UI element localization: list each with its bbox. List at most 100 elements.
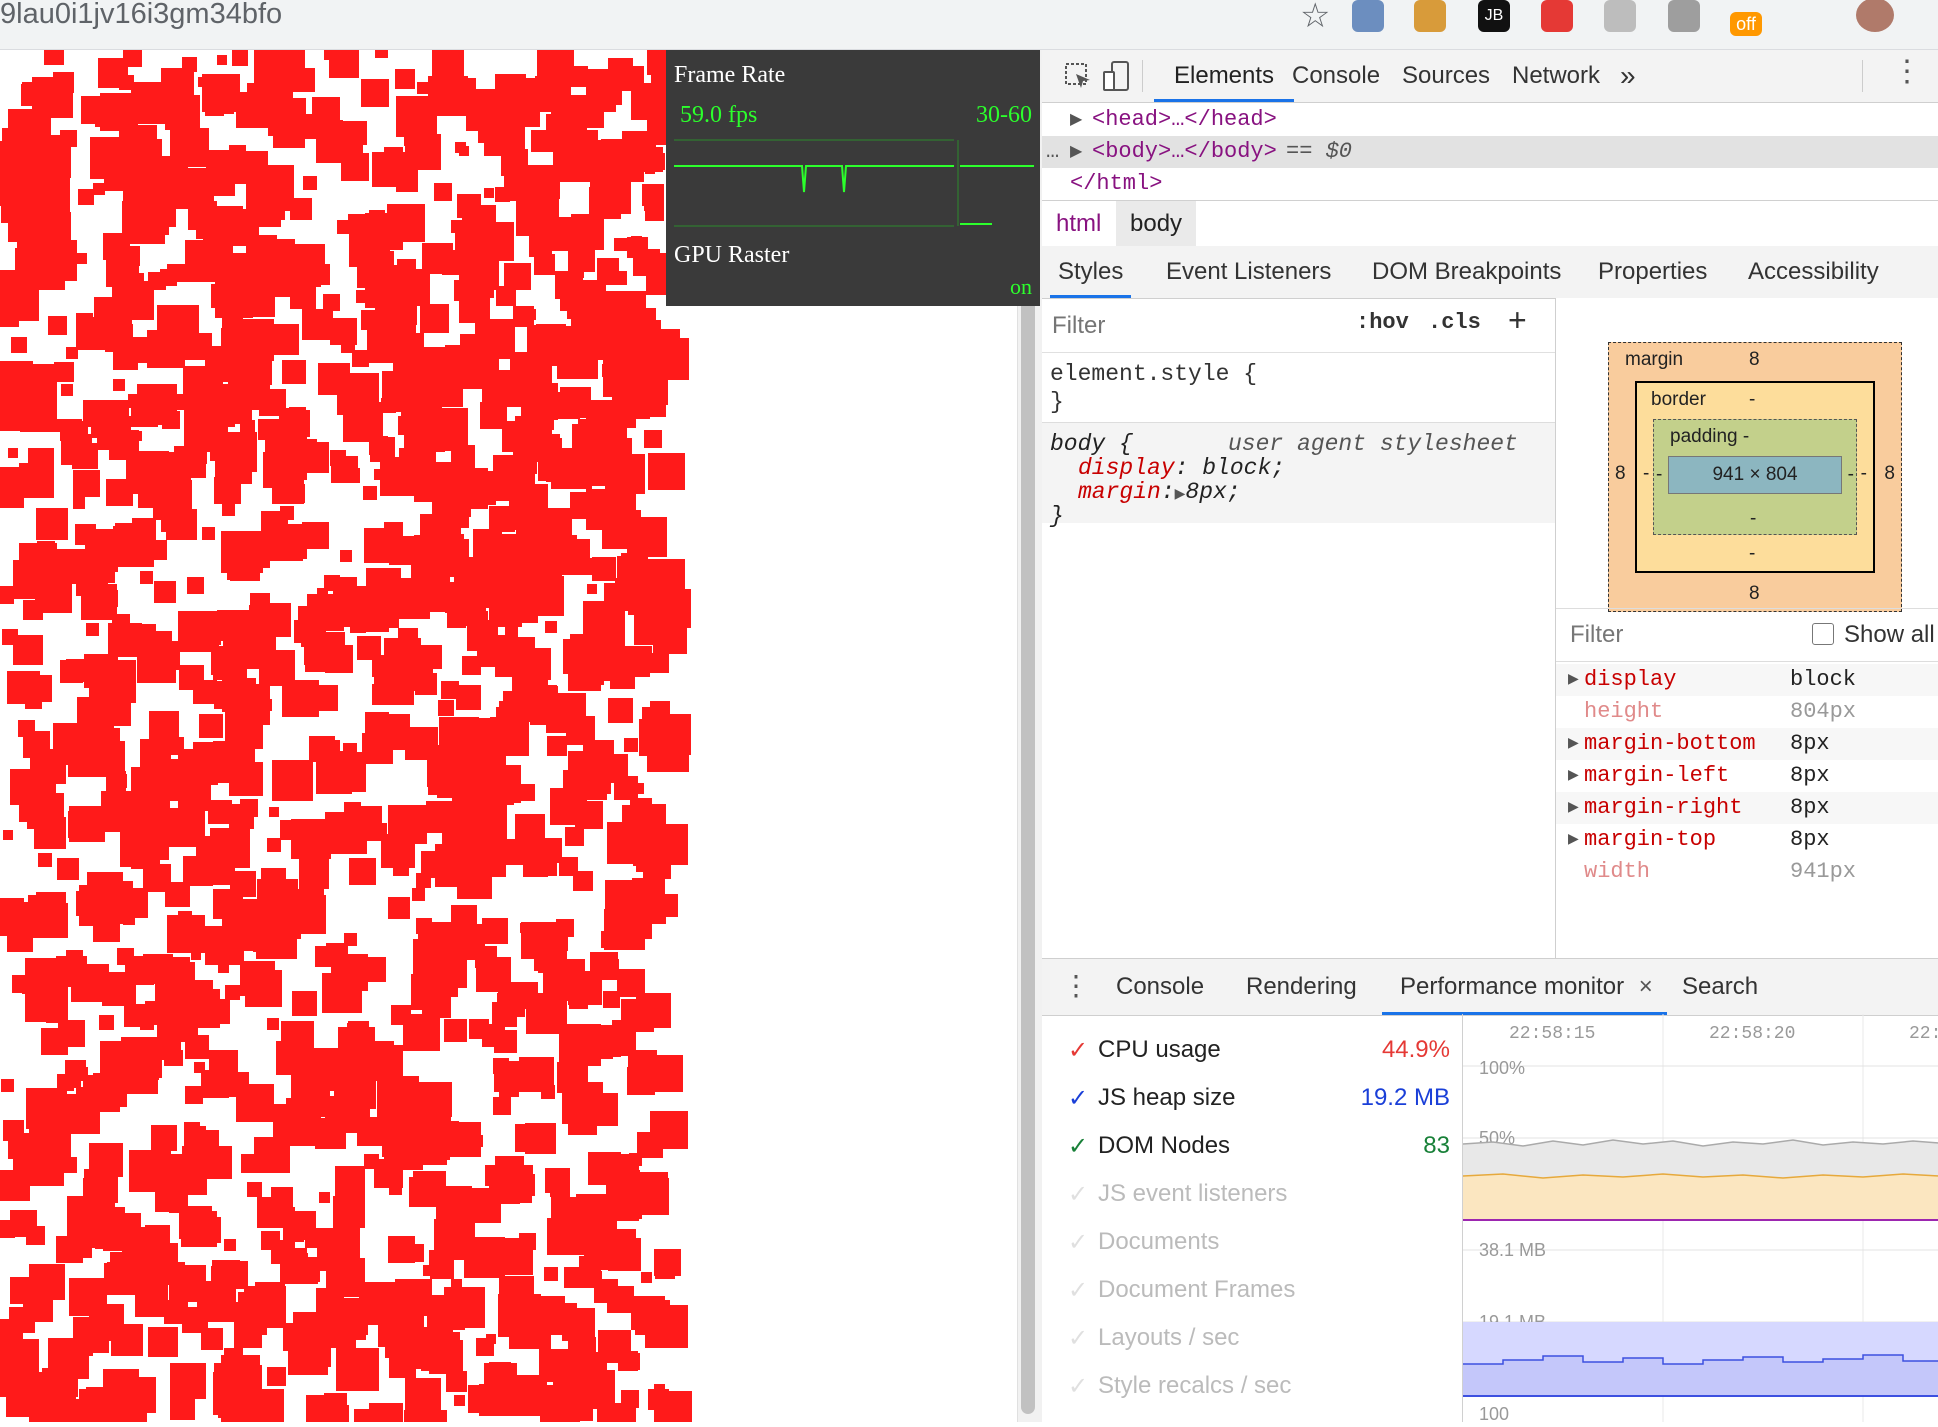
subtab-event-listeners[interactable]: Event Listeners [1166, 246, 1331, 298]
tab-sources[interactable]: Sources [1402, 50, 1490, 102]
device-toolbar-icon[interactable] [1102, 60, 1130, 92]
red-square [495, 1156, 524, 1185]
checkmark-icon[interactable]: ✓ [1068, 1036, 1088, 1065]
red-square [282, 360, 306, 384]
bookmark-star-icon[interactable]: ☆ [1300, 0, 1330, 36]
box-model-border[interactable]: border - - - - padding - - - - 941 × 804 [1635, 381, 1875, 573]
checkmark-icon[interactable]: ✓ [1068, 1324, 1088, 1353]
computed-row-width[interactable]: width 941px [1556, 856, 1938, 888]
drawer-tab-rendering[interactable]: Rendering [1246, 959, 1357, 1015]
off-badge-icon[interactable]: off [1730, 12, 1762, 36]
red-square [553, 140, 595, 182]
drawer-tab-console[interactable]: Console [1116, 959, 1204, 1015]
subtab-accessibility[interactable]: Accessibility [1748, 246, 1879, 298]
drawer-tab-performance-monitor[interactable]: Performance monitor × [1382, 959, 1667, 1015]
checkmark-icon[interactable]: ✓ [1068, 1084, 1088, 1113]
ext-grey-icon[interactable] [1604, 0, 1636, 32]
computed-row-margin-bottom[interactable]: ▶ margin-bottom 8px [1556, 728, 1938, 760]
red-square [197, 151, 209, 163]
expand-triangle-icon[interactable]: ▶ [1070, 104, 1082, 136]
tab-elements[interactable]: Elements [1154, 50, 1295, 102]
red-square [333, 1196, 365, 1228]
computed-row-margin-top[interactable]: ▶ margin-top 8px [1556, 824, 1938, 856]
checkmark-icon[interactable]: ✓ [1068, 1228, 1088, 1257]
red-square [36, 508, 68, 540]
ext-image-icon[interactable] [1352, 0, 1384, 32]
perf-metric-row[interactable]: ✓ CPU usage 44.9% [1042, 1026, 1462, 1074]
element-style-selector[interactable]: element.style { [1050, 360, 1257, 388]
expand-triangle-icon[interactable]: ▶ [1568, 792, 1579, 824]
checkmark-icon[interactable]: ✓ [1068, 1180, 1088, 1209]
red-square [647, 338, 689, 380]
box-model-margin[interactable]: margin 8 8 8 8 border - - - - padding - … [1608, 342, 1902, 612]
perf-metric-row[interactable]: ✓ Document Frames [1042, 1266, 1462, 1314]
red-square [167, 1050, 183, 1066]
drawer-menu-icon[interactable]: ⋮ [1062, 969, 1090, 1002]
jetbrains-icon[interactable]: JB [1478, 0, 1510, 32]
devtools-menu-icon[interactable]: ⋮ [1892, 54, 1922, 89]
red-square [187, 577, 204, 594]
red-square [372, 684, 393, 705]
expand-triangle-icon[interactable]: ▶ [1568, 760, 1579, 792]
styles-filter-input[interactable] [1050, 306, 1376, 346]
red-square [3, 1120, 24, 1141]
new-rule-plus-icon[interactable]: + [1508, 302, 1527, 339]
breadcrumb-html[interactable]: html [1042, 201, 1115, 247]
dom-node-head[interactable]: ▶ <head>…</head> [1042, 104, 1938, 136]
perf-metric-row[interactable]: ✓ Style recalcs / sec [1042, 1362, 1462, 1410]
hov-toggle[interactable]: :hov [1356, 310, 1409, 335]
red-square [543, 438, 562, 457]
expand-shorthand-icon[interactable]: ▶ [1175, 487, 1186, 503]
red-square [185, 1035, 209, 1059]
profile-avatar[interactable] [1856, 0, 1894, 32]
expand-triangle-icon[interactable]: ▶ [1568, 664, 1579, 696]
cls-toggle[interactable]: .cls [1428, 310, 1481, 335]
expand-triangle-icon[interactable]: ▶ [1568, 824, 1579, 856]
computed-row-margin-right[interactable]: ▶ margin-right 8px [1556, 792, 1938, 824]
red-square [302, 522, 329, 549]
red-square [627, 517, 667, 557]
red-square [648, 153, 665, 170]
address-bar-text[interactable]: 9lau0i1jv16i3gm34bfo [0, 0, 282, 29]
expand-triangle-icon[interactable]: ▶ [1070, 136, 1082, 168]
subtab-dom-breakpoints[interactable]: DOM Breakpoints [1372, 246, 1561, 298]
red-square [486, 1204, 498, 1216]
computed-row-display[interactable]: ▶ display block [1556, 664, 1938, 696]
perf-metric-row[interactable]: ✓ Documents [1042, 1218, 1462, 1266]
expand-triangle-icon[interactable]: ▶ [1568, 728, 1579, 760]
tree-icon[interactable] [1668, 0, 1700, 32]
inspect-element-icon[interactable] [1064, 62, 1092, 90]
computed-row-margin-left[interactable]: ▶ margin-left 8px [1556, 760, 1938, 792]
breadcrumb-body[interactable]: body [1116, 201, 1197, 247]
red-square [299, 859, 329, 889]
computed-filter-input[interactable]: Filter [1570, 621, 1623, 649]
dom-node-html-close[interactable]: </html> [1042, 168, 1938, 200]
show-all-checkbox[interactable] [1812, 623, 1834, 645]
subtab-properties[interactable]: Properties [1598, 246, 1707, 298]
prop-margin[interactable]: margin:▶8px; [1078, 478, 1241, 509]
perf-metric-row[interactable]: ✓ Layouts / sec [1042, 1314, 1462, 1362]
tab-network[interactable]: Network [1512, 50, 1600, 102]
red-square [0, 1220, 15, 1238]
box-model-content[interactable]: 941 × 804 [1668, 456, 1842, 494]
checkmark-icon[interactable]: ✓ [1068, 1276, 1088, 1305]
close-tab-icon[interactable]: × [1639, 973, 1653, 1000]
dom-node-body[interactable]: … ▶ <body>…</body> == $0 [1042, 136, 1938, 168]
perf-metric-row[interactable]: ✓ JS event listeners [1042, 1170, 1462, 1218]
drawer-tab-search[interactable]: Search [1682, 959, 1758, 1015]
perf-metric-label: Documents [1098, 1228, 1220, 1255]
checkmark-icon[interactable]: ✓ [1068, 1372, 1088, 1401]
red-square [370, 823, 387, 840]
cookie-icon[interactable] [1414, 0, 1446, 32]
red-square [190, 757, 218, 785]
more-tabs-icon[interactable]: » [1620, 50, 1636, 102]
adblock-icon[interactable] [1541, 0, 1573, 32]
perf-metric-row[interactable]: ✓ DOM Nodes 83 [1042, 1122, 1462, 1170]
checkmark-icon[interactable]: ✓ [1068, 1132, 1088, 1161]
perf-metric-row[interactable]: ✓ JS heap size 19.2 MB [1042, 1074, 1462, 1122]
computed-row-height[interactable]: height 804px [1556, 696, 1938, 728]
box-model-padding[interactable]: padding - - - - 941 × 804 [1653, 419, 1857, 535]
subtab-styles[interactable]: Styles [1050, 246, 1132, 298]
tab-console[interactable]: Console [1292, 50, 1380, 102]
dom-ellipsis[interactable]: … [1046, 136, 1059, 168]
